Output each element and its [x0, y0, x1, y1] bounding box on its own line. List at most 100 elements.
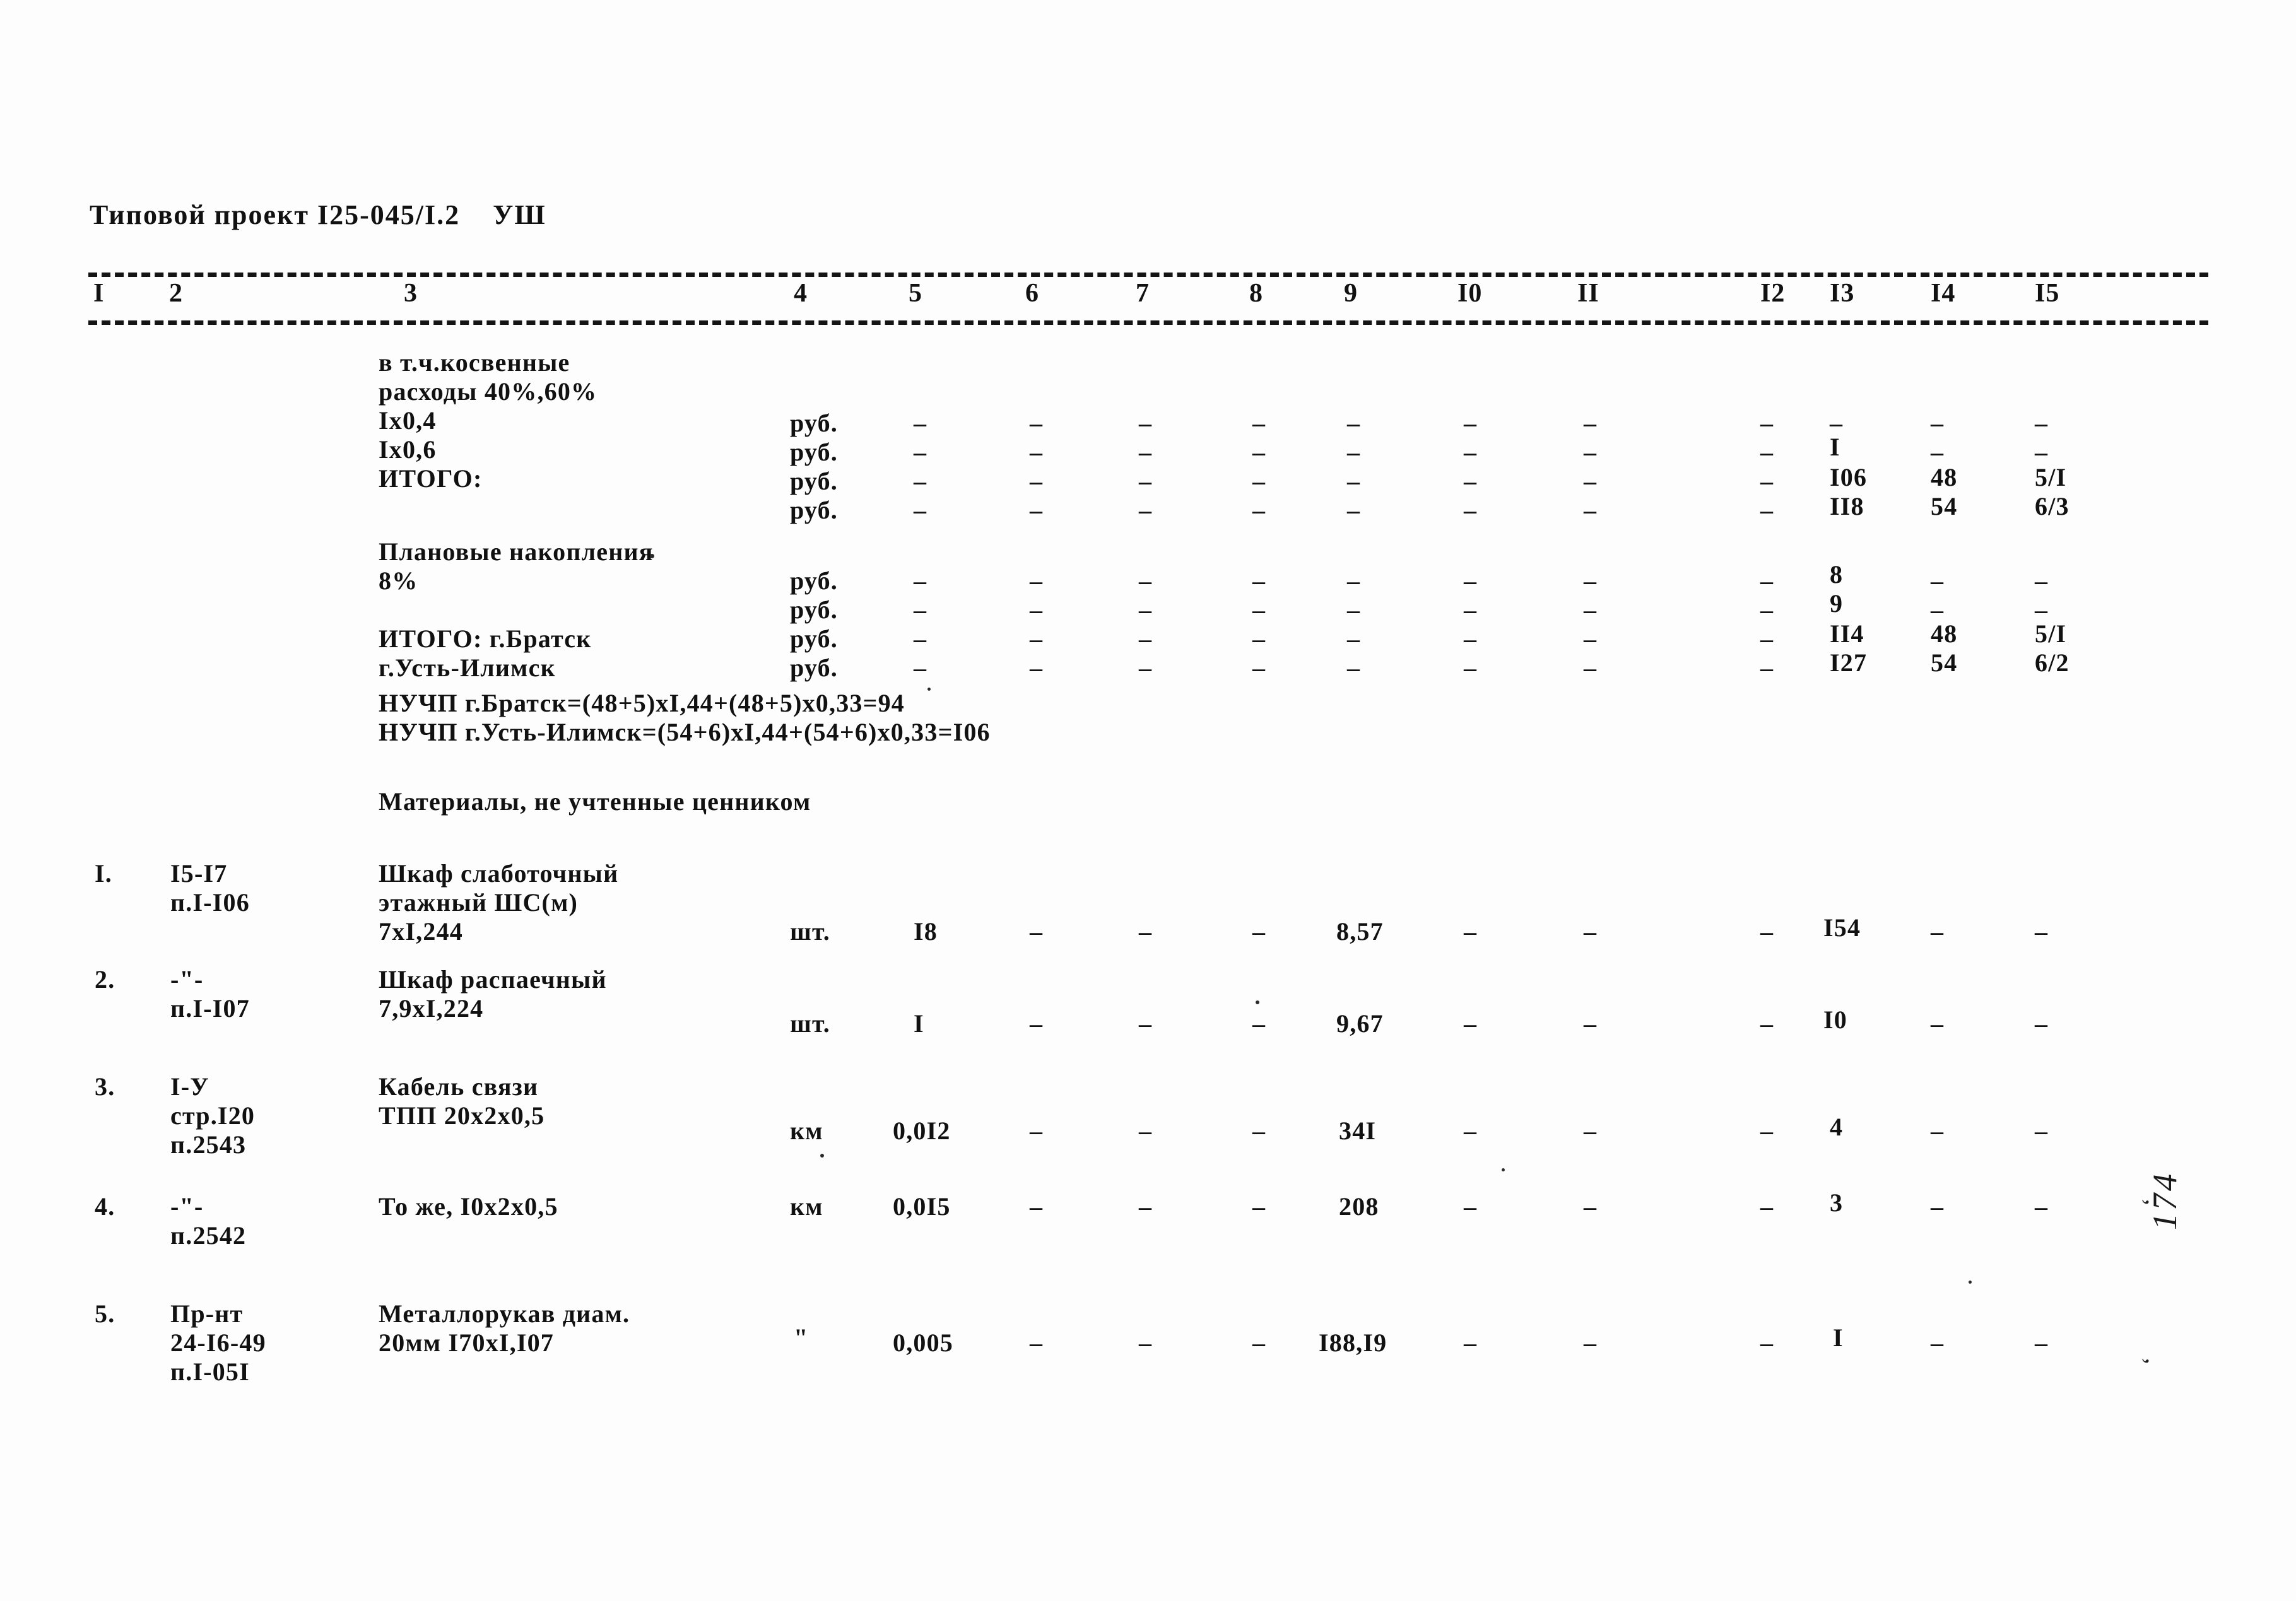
cell-c14: 54: [1931, 492, 1958, 520]
item-code-line-1: -"-: [170, 1192, 204, 1221]
total-ust-ilimsk-label: г.Усть-Илимск: [379, 654, 556, 682]
item-code-line-3: п.2543: [170, 1130, 247, 1159]
cell-c15: –: [2035, 917, 2049, 946]
cell-c7: –: [1139, 467, 1153, 495]
cell-c15: 6/3: [2035, 492, 2069, 520]
cell-c15: –: [2035, 1328, 2049, 1357]
item-code-line-2: 24-I6-49: [170, 1328, 266, 1357]
cell-c6: –: [1030, 496, 1044, 524]
cell-c5: –: [914, 467, 927, 495]
cell-c9: 9,67: [1336, 1009, 1384, 1038]
cell-c12: –: [1760, 654, 1774, 682]
cell-c12: –: [1760, 438, 1774, 466]
column-number-6: 6: [1025, 279, 1039, 308]
cell-c15: –: [2035, 409, 2049, 437]
cell-c13: 9: [1830, 589, 1844, 618]
column-number-2: 2: [169, 279, 183, 308]
cell-c5: –: [914, 595, 927, 624]
cell-c6: –: [1030, 1328, 1044, 1357]
scan-speck: [820, 1154, 824, 1158]
cell-c15: 5/I: [2035, 463, 2067, 491]
cell-c10: –: [1464, 625, 1478, 653]
item-name-line-2: 7,9хI,224: [379, 994, 484, 1023]
cell-c6: –: [1030, 438, 1044, 466]
cell-c9: –: [1347, 595, 1361, 624]
cell-c14: 54: [1931, 648, 1958, 677]
unit-cell: км: [790, 1192, 823, 1221]
scan-speck: [650, 554, 654, 558]
cell-c13: I: [1833, 1323, 1844, 1352]
cell-c15: –: [2035, 1009, 2049, 1038]
cell-c12: –: [1760, 467, 1774, 495]
cell-c9: –: [1347, 625, 1361, 653]
planned-savings-percent: 8%: [379, 566, 418, 595]
cell-c9: –: [1347, 496, 1361, 524]
table-rule-bottom: [88, 320, 2208, 325]
formula-ust-ilimsk: НУЧП г.Усть-Илимск=(54+6)хI,44+(54+6)х0,…: [379, 718, 991, 746]
item-number: 2.: [95, 965, 115, 994]
cell-c6: –: [1030, 595, 1044, 624]
cell-c6: –: [1030, 1117, 1044, 1145]
cell-c12: –: [1760, 566, 1774, 595]
cell-c9: –: [1347, 566, 1361, 595]
cell-c5: 0,005: [893, 1328, 953, 1357]
cell-c8: –: [1252, 654, 1266, 682]
scan-speck: [1969, 1281, 1972, 1284]
cell-c6: –: [1030, 409, 1044, 437]
overhead-line-3: Iх0,4: [379, 406, 437, 435]
page-folio: 174: [2146, 1171, 2184, 1230]
cell-c10: –: [1464, 566, 1478, 595]
unit-cell: руб.: [790, 654, 838, 682]
cell-c9: –: [1347, 467, 1361, 495]
column-number-4: 4: [794, 279, 808, 308]
cell-c11: –: [1584, 595, 1598, 624]
cell-c14: 48: [1931, 463, 1958, 491]
unit-cell: руб.: [790, 566, 838, 595]
cell-c5: –: [914, 625, 927, 653]
cell-c7: –: [1139, 1328, 1153, 1357]
cell-c9: –: [1347, 409, 1361, 437]
overhead-line-4: Iх0,6: [379, 435, 437, 464]
cell-c14: 48: [1931, 619, 1958, 648]
column-number-3: 3: [404, 279, 418, 308]
cell-c13: 3: [1830, 1188, 1844, 1217]
cell-c13: I27: [1830, 648, 1868, 677]
cell-c5: –: [914, 409, 927, 437]
cell-c7: –: [1139, 654, 1153, 682]
cell-c10: –: [1464, 1192, 1478, 1221]
cell-c10: –: [1464, 654, 1478, 682]
column-number-9: 9: [1344, 279, 1358, 308]
cell-c10: –: [1464, 467, 1478, 495]
cell-c6: –: [1030, 566, 1044, 595]
cell-c11: –: [1584, 467, 1598, 495]
cell-c10: –: [1464, 438, 1478, 466]
cell-c9: 8,57: [1336, 917, 1384, 946]
scan-speck: [927, 688, 931, 691]
unit-cell: руб.: [790, 467, 838, 495]
cell-c7: –: [1139, 1117, 1153, 1145]
cell-c15: –: [2035, 1117, 2049, 1145]
cell-c12: –: [1760, 1192, 1774, 1221]
item-name-line-1: То же, I0х2х0,5: [379, 1192, 558, 1221]
item-name-line-2: этажный ШС(м): [379, 888, 579, 917]
cell-c15: –: [2035, 1192, 2049, 1221]
cell-c13: I0: [1823, 1006, 1847, 1034]
document-page: Типовой проект I25-045/I.2 УШ I 2 3 4 5 …: [0, 0, 2296, 1601]
cell-c8: –: [1252, 1192, 1266, 1221]
item-number: 4.: [95, 1192, 115, 1221]
cell-c11: –: [1584, 438, 1598, 466]
cell-c7: –: [1139, 1192, 1153, 1221]
cell-c11: –: [1584, 496, 1598, 524]
cell-c13: I54: [1823, 913, 1861, 942]
cell-c8: –: [1252, 1328, 1266, 1357]
cell-c8: –: [1252, 409, 1266, 437]
cell-c14: –: [1931, 917, 1945, 946]
item-number: 3.: [95, 1072, 115, 1101]
item-name-line-2: 20мм I70хI,I07: [379, 1328, 554, 1357]
cell-c8: –: [1252, 1009, 1266, 1038]
table-rule-top: [88, 273, 2208, 277]
cell-c7: –: [1139, 917, 1153, 946]
cell-c8: –: [1252, 566, 1266, 595]
cell-c5: I8: [914, 917, 938, 946]
overhead-line-1: в т.ч.косвенные: [379, 348, 570, 377]
